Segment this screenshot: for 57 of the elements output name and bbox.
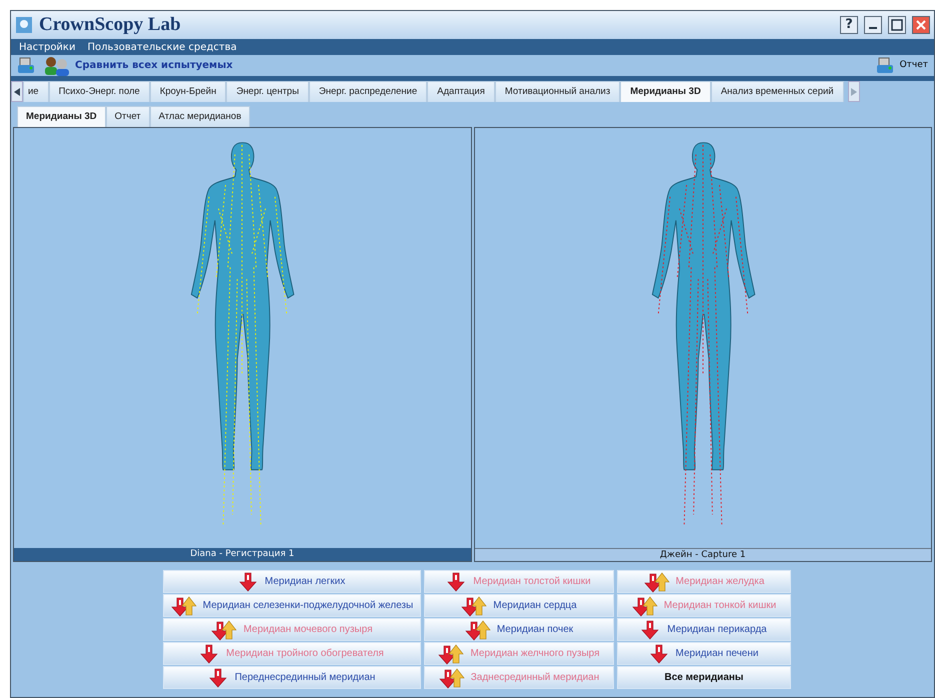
- tab[interactable]: Меридианы 3D: [620, 81, 711, 102]
- down-up-arrows-icon: [211, 618, 238, 640]
- subtab[interactable]: Меридианы 3D: [17, 106, 106, 127]
- down-arrow-icon: [208, 668, 229, 688]
- down-up-arrows-icon: [170, 594, 197, 616]
- minimize-button[interactable]: [864, 16, 882, 34]
- meridian-button[interactable]: Все меридианы: [617, 666, 791, 689]
- left-arrow-icon: [14, 88, 20, 96]
- viewport-panel[interactable]: Diana - Регистрация 1: [13, 127, 472, 562]
- viewport-caption: Джейн - Capture 1: [474, 548, 931, 561]
- viewport-panel[interactable]: Джейн - Capture 1: [474, 127, 932, 562]
- meridian-button[interactable]: Меридиан перикарда: [617, 618, 791, 641]
- minimize-icon: [869, 27, 877, 29]
- menu-item[interactable]: Настройки: [19, 40, 76, 54]
- tab[interactable]: Кроун-Брейн: [150, 81, 226, 102]
- maximize-icon: [891, 19, 903, 31]
- app-logo-icon: [15, 16, 33, 34]
- tab[interactable]: Психо-Энерг. поле: [48, 81, 150, 102]
- menu-item[interactable]: Пользовательские средства: [87, 40, 237, 54]
- down-arrow-icon: [650, 644, 670, 664]
- compare-button[interactable]: Сравнить всех испытуемых: [43, 56, 233, 76]
- down-arrow-icon: [238, 572, 259, 592]
- tab[interactable]: ие: [23, 81, 49, 102]
- tab[interactable]: Мотивационный анализ: [494, 81, 620, 102]
- down-up-arrows-icon: [438, 642, 464, 664]
- down-arrow-icon: [447, 572, 468, 592]
- down-up-arrows-icon: [464, 618, 491, 640]
- scroll-left-button[interactable]: [11, 81, 23, 102]
- tab[interactable]: Энерг. распределение: [308, 81, 428, 102]
- down-up-arrows-icon: [438, 666, 465, 688]
- down-up-arrows-icon: [644, 570, 670, 592]
- down-up-arrows-icon: [461, 594, 488, 616]
- people-icon: [43, 56, 71, 76]
- help-button[interactable]: ?: [840, 16, 858, 34]
- right-arrow-icon: [850, 88, 857, 96]
- window-title: CrownScopy Lab: [39, 12, 181, 37]
- close-button[interactable]: [912, 16, 930, 34]
- tab[interactable]: Энерг. центры: [226, 81, 309, 102]
- down-arrow-icon: [200, 644, 220, 664]
- printer-icon: [876, 57, 894, 74]
- tab[interactable]: Адаптация: [427, 81, 495, 102]
- meridian-button[interactable]: Меридиан селезенки-поджелудочной железы: [163, 594, 421, 617]
- meridian-button[interactable]: Меридиан почек: [424, 618, 614, 641]
- close-icon: [915, 19, 927, 31]
- meridian-button[interactable]: Переднесрединный меридиан: [163, 666, 421, 689]
- down-up-arrows-icon: [632, 594, 658, 616]
- printer-icon: [17, 57, 35, 74]
- tab[interactable]: Анализ временных серий: [710, 81, 844, 102]
- viewport-caption: Diana - Регистрация 1: [14, 548, 470, 561]
- maximize-button[interactable]: [888, 16, 906, 34]
- meridian-button[interactable]: Меридиан сердца: [424, 594, 614, 617]
- report-button[interactable]: Отчет: [876, 57, 928, 74]
- subtab[interactable]: Атлас меридианов: [150, 106, 250, 127]
- down-arrow-icon: [641, 620, 662, 640]
- meridian-button[interactable]: Меридиан печени: [617, 642, 791, 665]
- subtab[interactable]: Отчет: [106, 106, 150, 127]
- meridian-button[interactable]: Меридиан легких: [163, 570, 421, 593]
